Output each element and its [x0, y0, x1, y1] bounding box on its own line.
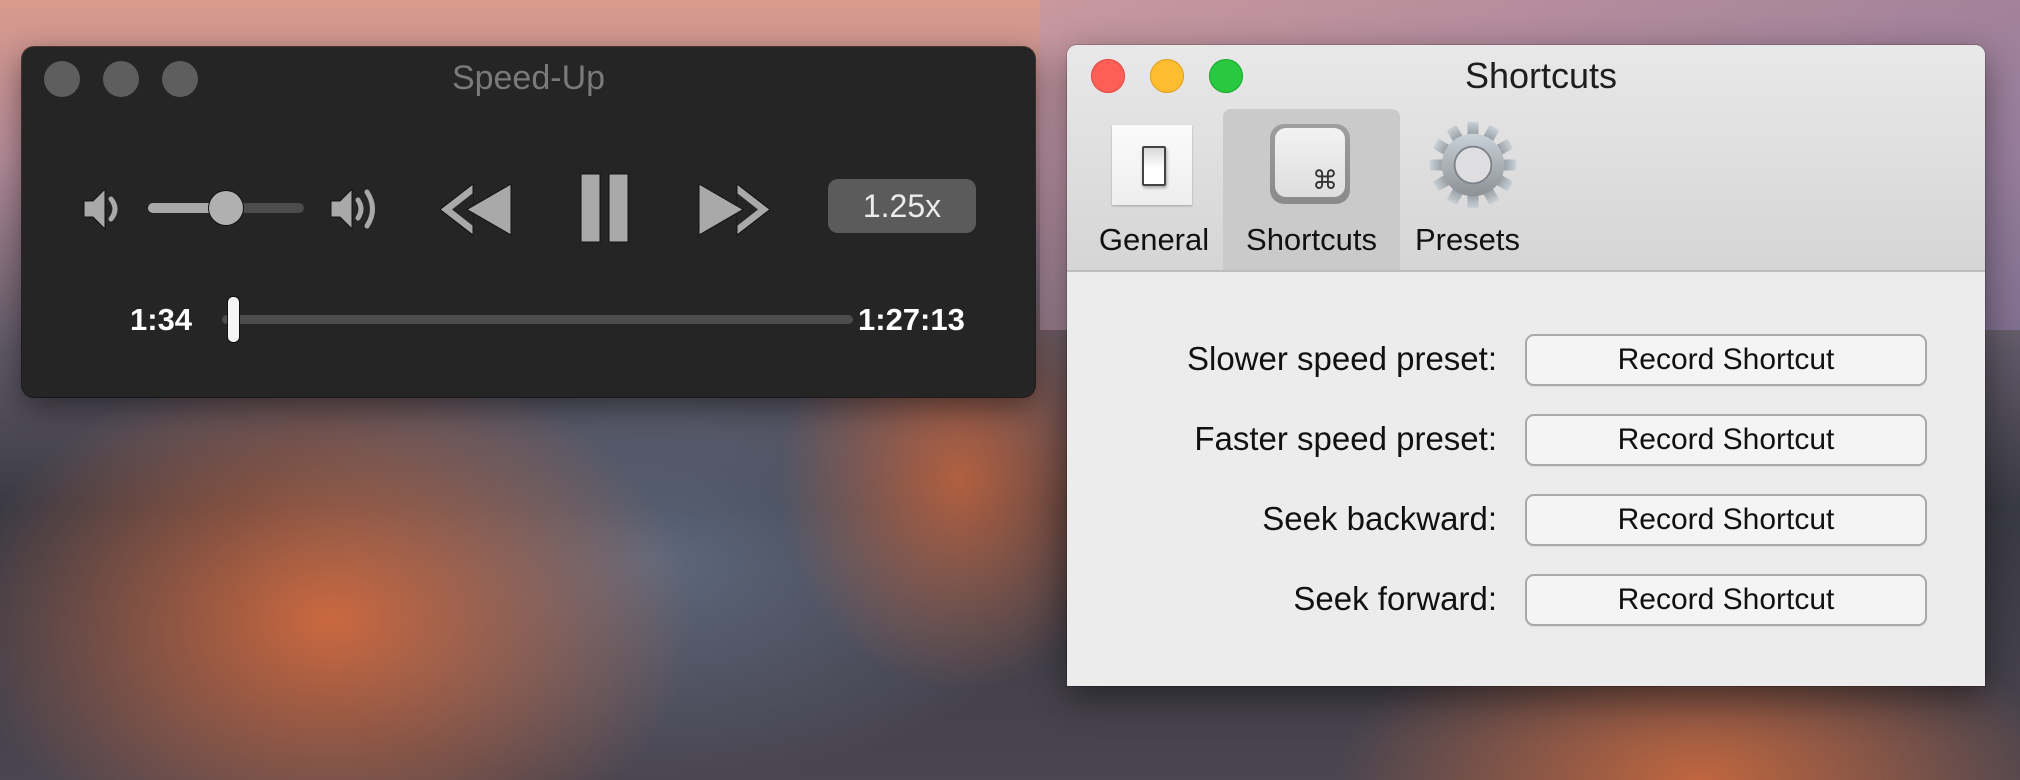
window-title: Shortcuts: [1464, 55, 1618, 96]
tab-label: General: [1098, 222, 1210, 257]
faster-speed-label: Faster speed preset:: [1194, 420, 1497, 457]
progress-scrubber[interactable]: [222, 297, 853, 343]
tab-label: Presets: [1414, 222, 1521, 257]
progress-knob[interactable]: [228, 297, 240, 342]
gear-icon: [1429, 121, 1517, 209]
tab-general[interactable]: General: [1083, 109, 1225, 270]
fast-forward-button[interactable]: [698, 182, 770, 237]
pause-icon: [580, 173, 629, 243]
speaker-high-icon[interactable]: [330, 186, 382, 232]
rewind-button[interactable]: [440, 182, 512, 237]
fast-forward-icon: [698, 182, 770, 237]
command-key-icon: ⌘: [1270, 124, 1350, 204]
seek-forward-label: Seek forward:: [1293, 580, 1497, 617]
toolbar: Shortcuts General ⌘ Shortcuts Presets: [1067, 45, 1985, 272]
seek-backward-label: Seek backward:: [1262, 500, 1497, 537]
preferences-window: Shortcuts General ⌘ Shortcuts Presets Sl…: [1067, 45, 1985, 686]
volume-knob[interactable]: [209, 191, 243, 225]
tab-presets[interactable]: Presets: [1400, 109, 1535, 270]
tab-shortcuts[interactable]: ⌘ Shortcuts: [1223, 109, 1400, 270]
playback-speed-button[interactable]: 1.25x: [828, 179, 976, 233]
tab-label: Shortcuts: [1246, 222, 1377, 257]
volume-slider[interactable]: [148, 190, 304, 226]
record-shortcut-slower-button[interactable]: Record Shortcut: [1525, 334, 1927, 386]
speaker-low-icon[interactable]: [83, 188, 123, 230]
total-time: 1:27:13: [858, 302, 965, 337]
player-window: Speed-Up 1.25x 1:34 1:27:13: [22, 47, 1035, 397]
rewind-icon: [440, 182, 512, 237]
toggle-switch-icon: [1112, 125, 1192, 205]
slower-speed-label: Slower speed preset:: [1186, 340, 1497, 377]
record-shortcut-faster-button[interactable]: Record Shortcut: [1525, 414, 1927, 466]
record-shortcut-seek-forward-button[interactable]: Record Shortcut: [1525, 574, 1927, 626]
elapsed-time: 1:34: [130, 302, 193, 337]
progress-track: [222, 315, 853, 324]
window-title: Speed-Up: [451, 59, 606, 97]
record-shortcut-seek-backward-button[interactable]: Record Shortcut: [1525, 494, 1927, 546]
pause-button[interactable]: [580, 173, 630, 243]
